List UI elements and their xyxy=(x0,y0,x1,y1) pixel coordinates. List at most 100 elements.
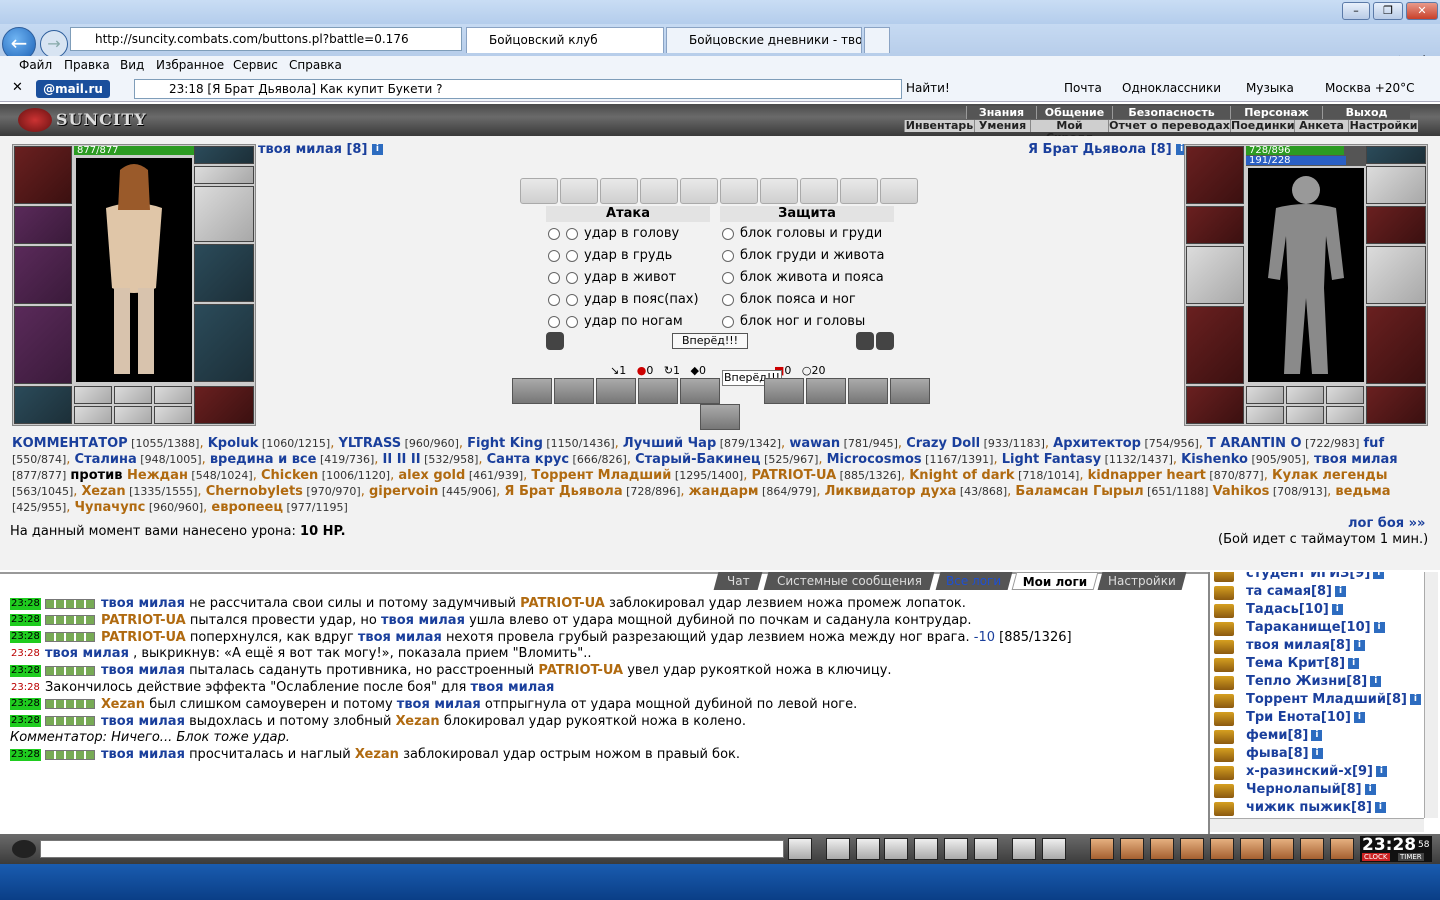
attack-radio-b[interactable] xyxy=(566,227,578,240)
user-action-icon[interactable] xyxy=(1214,572,1234,582)
roster-player[interactable]: kidnapper heart xyxy=(1088,468,1206,483)
info-icon[interactable]: i xyxy=(1311,730,1323,741)
defense-option-4[interactable]: блок пояса и ног xyxy=(722,292,856,307)
right-fighter-name[interactable]: Я Брат Дьявола [8] i xyxy=(1028,142,1188,157)
roster-player[interactable]: gipervoin xyxy=(369,484,438,499)
info-icon[interactable]: i xyxy=(1353,712,1365,723)
info-icon[interactable]: i xyxy=(1331,604,1343,615)
info-icon[interactable]: i xyxy=(1375,766,1387,777)
chat-nick[interactable]: твоя милая xyxy=(381,613,465,628)
scroll-slot-10[interactable] xyxy=(880,178,918,204)
defense-radio[interactable] xyxy=(722,249,734,262)
tab-diaries[interactable]: Бойцовские дневники - твоя ... xyxy=(666,27,862,53)
menu-service[interactable]: Сервис xyxy=(233,58,278,72)
user-item[interactable]: Тараканище[10] i xyxy=(1246,620,1385,635)
offhand-slot[interactable] xyxy=(194,244,254,302)
defense-radio[interactable] xyxy=(722,271,734,284)
chat-smiley-icon[interactable] xyxy=(12,840,36,858)
scroll-slot-4[interactable] xyxy=(640,178,678,204)
user-action-icon[interactable] xyxy=(1214,730,1234,744)
users-scrollbar[interactable] xyxy=(1424,572,1438,818)
tab-fight-club[interactable]: Бойцовский клуб xyxy=(466,27,664,53)
roster-player[interactable]: Я Брат Дьявола xyxy=(504,484,622,499)
roster-player[interactable]: Light Fantasy xyxy=(1002,452,1101,467)
scroll-slot-2[interactable] xyxy=(560,178,598,204)
user-item[interactable]: Тепло Жизни[8] i xyxy=(1246,674,1382,689)
action-icon-3[interactable] xyxy=(1150,838,1174,860)
roster-player[interactable]: Старый-Бакинец xyxy=(635,452,760,467)
user-item[interactable]: твоя милая[8] i xyxy=(1246,638,1365,653)
users-hscrollbar[interactable] xyxy=(1210,818,1424,832)
chat-nick[interactable]: PATRIOT-UA xyxy=(101,630,186,645)
nav-security[interactable]: Безопасность xyxy=(1112,106,1230,119)
attack-radio-a[interactable] xyxy=(548,227,560,240)
new-tab-button[interactable] xyxy=(864,27,890,53)
action-icon-1[interactable] xyxy=(1090,838,1114,860)
right-belt-item-4[interactable] xyxy=(1246,406,1284,424)
roster-player[interactable]: ведьма xyxy=(1335,484,1390,499)
chat-time[interactable]: 23:28 xyxy=(10,715,41,728)
user-action-icon[interactable] xyxy=(1214,640,1234,654)
roster-player[interactable]: европеец xyxy=(211,500,283,515)
belt-slot[interactable] xyxy=(14,386,72,424)
roster-player[interactable]: Knight of dark xyxy=(909,468,1014,483)
roster-player[interactable]: Kpoluk xyxy=(208,436,259,451)
chat-nick[interactable]: Xezan xyxy=(396,714,440,729)
action-icon-5[interactable] xyxy=(1210,838,1234,860)
belt-item-slot-1[interactable] xyxy=(74,386,112,404)
user-item[interactable]: Три Енота[10] i xyxy=(1246,710,1365,725)
right-armor-slot[interactable] xyxy=(1186,306,1244,384)
roster-player[interactable]: жандарм xyxy=(689,484,759,499)
bracers-slot[interactable] xyxy=(14,206,72,244)
chat-time[interactable]: 23:28 xyxy=(10,631,41,644)
info-icon[interactable]: i xyxy=(1311,748,1323,759)
belt-item-slot-6[interactable] xyxy=(154,406,192,424)
roster-player[interactable]: Vahikos xyxy=(1213,484,1270,499)
menu-edit[interactable]: Правка xyxy=(64,58,110,72)
attack-radio-a[interactable] xyxy=(548,249,560,262)
user-item[interactable]: х-разинский-х[9] i xyxy=(1246,764,1387,779)
user-item[interactable]: феми[8] i xyxy=(1246,728,1323,743)
defense-radio[interactable] xyxy=(722,227,734,240)
chat-nick[interactable]: твоя милая xyxy=(101,747,185,762)
skill-slot-4[interactable] xyxy=(638,378,678,404)
right-helmet-slot[interactable] xyxy=(1186,146,1244,204)
save-icon[interactable] xyxy=(884,838,908,860)
roster-player[interactable]: Chicken xyxy=(261,468,318,483)
user-item[interactable]: студент ИГИЗ[9] i xyxy=(1246,572,1385,581)
chat-nick[interactable]: твоя милая xyxy=(470,680,554,695)
chat-nick[interactable]: твоя милая xyxy=(101,596,185,611)
percent-icon[interactable] xyxy=(944,838,968,860)
skill-slot-8[interactable] xyxy=(848,378,888,404)
maximize-button[interactable]: ❐ xyxy=(1373,2,1403,20)
chat-time[interactable]: 23:28 xyxy=(10,748,41,761)
scroll-slot-8[interactable] xyxy=(800,178,838,204)
user-action-icon[interactable] xyxy=(1214,802,1234,816)
user-item[interactable]: Торрент Младший[8] i xyxy=(1246,692,1421,707)
user-action-icon[interactable] xyxy=(1214,694,1234,708)
chat-time[interactable]: 23:28 xyxy=(10,682,41,694)
roster-player[interactable]: Чупачупс xyxy=(75,500,146,515)
roster-player[interactable]: вредина и все xyxy=(210,452,317,467)
info-icon[interactable]: i xyxy=(1335,586,1346,597)
pants-slot[interactable] xyxy=(194,304,254,382)
roster-player[interactable]: легенды xyxy=(1322,468,1387,483)
roster-player[interactable]: Лучший Чар xyxy=(623,436,716,451)
defense-option-5[interactable]: блок ног и головы xyxy=(722,314,865,329)
action-icon-2[interactable] xyxy=(1120,838,1144,860)
log-link[interactable]: лог боя »» xyxy=(1348,516,1425,531)
scroll-slot-1[interactable] xyxy=(520,178,558,204)
user-item[interactable]: Чернолапый[8] i xyxy=(1246,782,1376,797)
scroll-slot-3[interactable] xyxy=(600,178,638,204)
user-action-icon[interactable] xyxy=(1214,712,1234,726)
roster-player[interactable]: YLTRASS xyxy=(338,436,401,451)
chat-nick[interactable]: твоя милая xyxy=(397,697,481,712)
defense-option-3[interactable]: блок живота и пояса xyxy=(722,270,884,285)
nav-my-scroll[interactable]: Мой Скролл xyxy=(1030,120,1108,144)
user-item[interactable]: та самая[8] i xyxy=(1246,584,1346,599)
roster-player[interactable]: Сталина xyxy=(75,452,137,467)
info-icon[interactable]: i xyxy=(1409,694,1421,705)
roster-player[interactable]: fuf xyxy=(1364,436,1385,451)
armor-slot[interactable] xyxy=(14,306,72,384)
skill-slot-10[interactable] xyxy=(700,404,740,430)
